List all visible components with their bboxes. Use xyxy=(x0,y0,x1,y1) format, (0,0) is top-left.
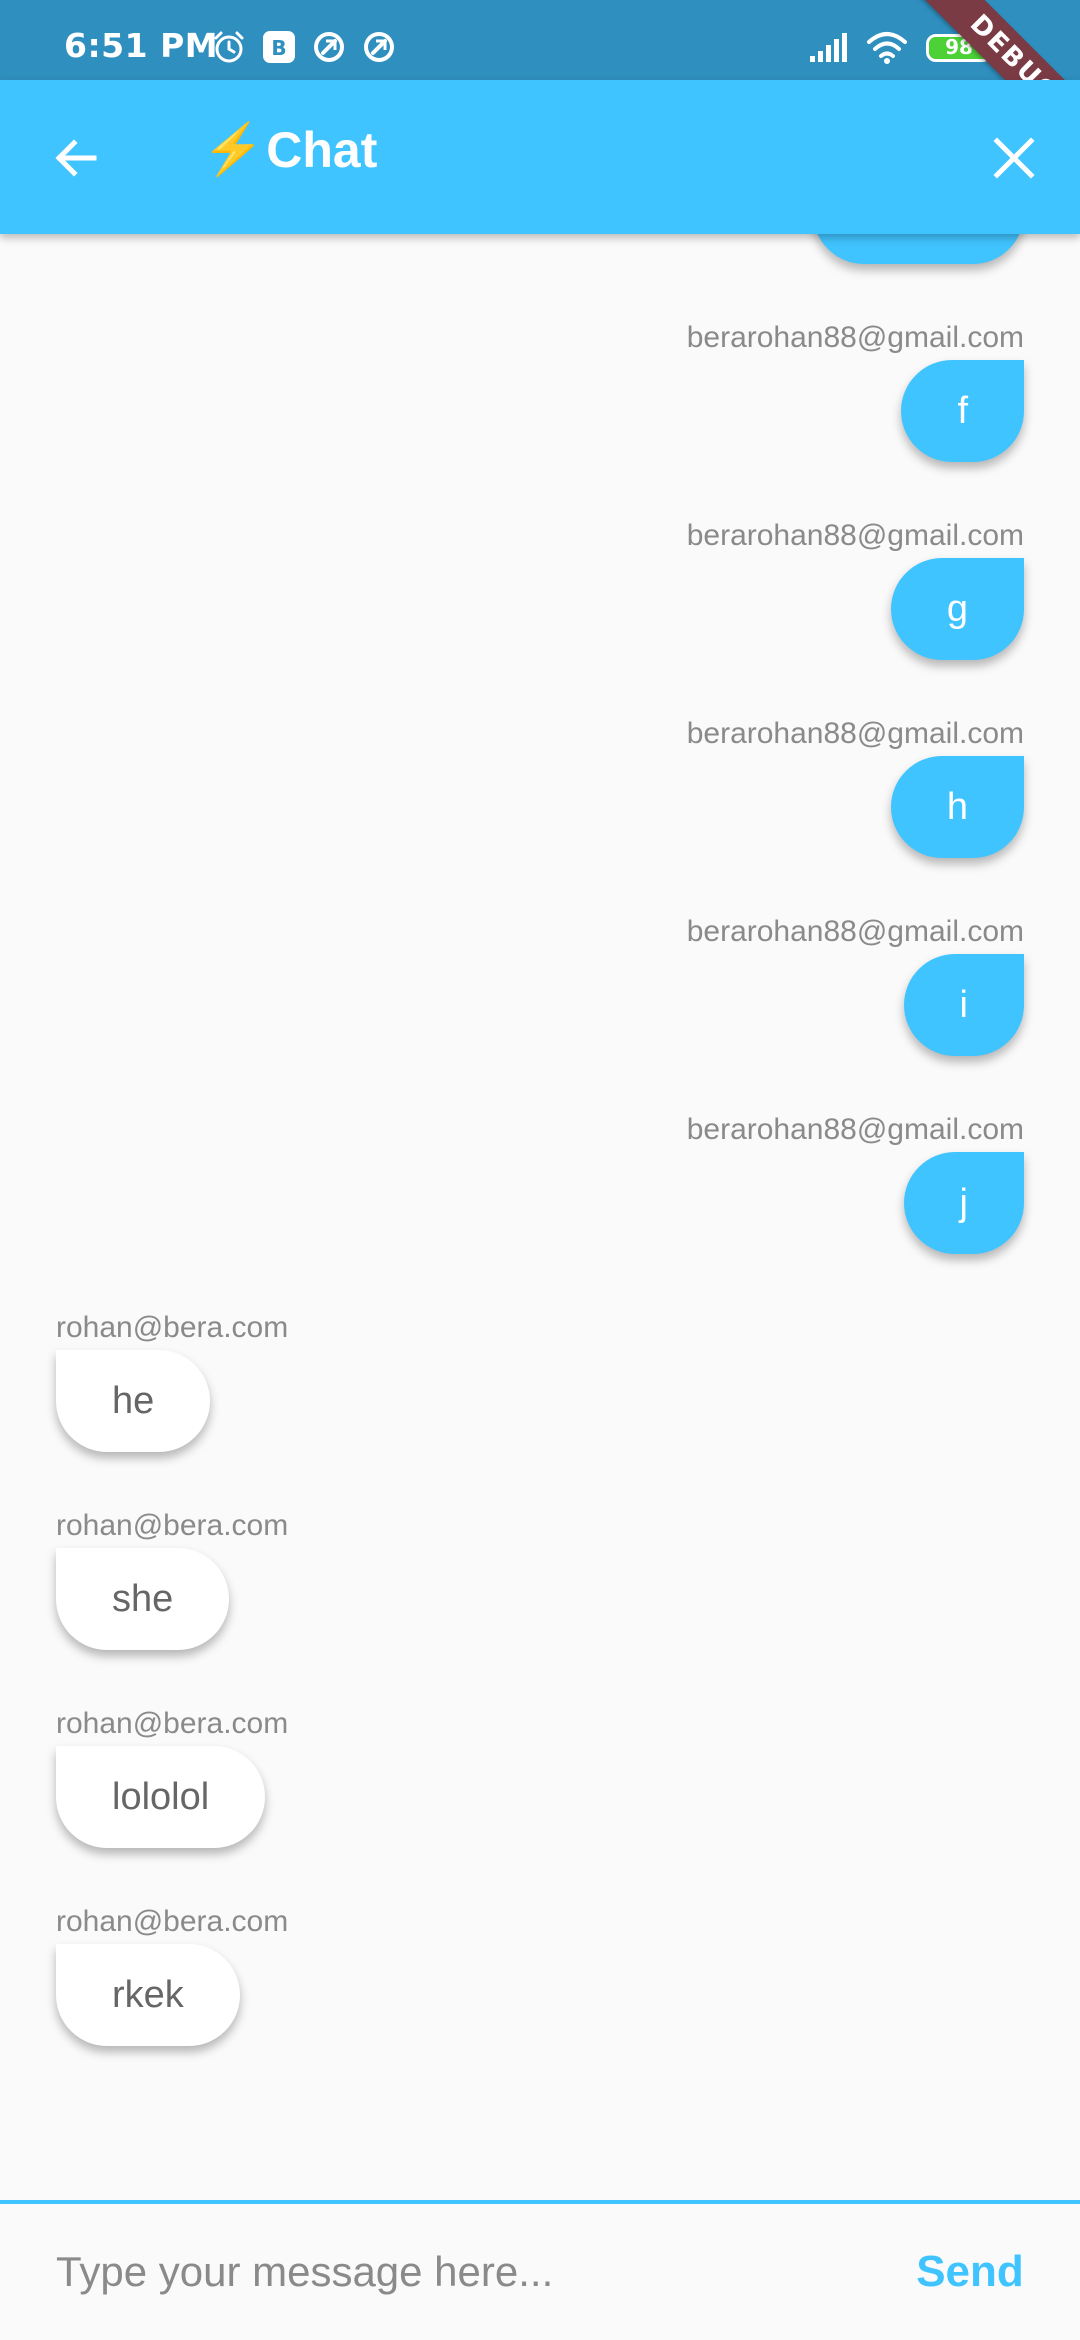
battery-level: 98 xyxy=(945,35,973,59)
message-item: berarohan88@gmail.com g xyxy=(56,518,1024,660)
message-bubble[interactable]: eheijs xyxy=(812,234,1024,264)
message-item: rohan@bera.com lololol xyxy=(56,1706,1024,1848)
page-title: ⚡ Chat xyxy=(202,120,377,179)
message-sender: berarohan88@gmail.com xyxy=(686,321,1024,354)
svg-text:B: B xyxy=(271,36,286,60)
signal-icon xyxy=(808,30,852,68)
message-composer: Send xyxy=(0,2200,1080,2340)
message-sender: rohan@bera.com xyxy=(56,1311,289,1344)
message-bubble[interactable]: f xyxy=(901,360,1024,462)
message-bubble[interactable]: i xyxy=(903,954,1024,1056)
message-list-inner: eheijsberarohan88@gmail.comfberarohan88@… xyxy=(56,234,1024,2102)
close-button[interactable] xyxy=(978,122,1050,194)
message-sender: rohan@bera.com xyxy=(56,1509,289,1542)
message-sender: rohan@bera.com xyxy=(56,1905,289,1938)
message-item: berarohan88@gmail.com h xyxy=(56,716,1024,858)
app-bar: ⚡ Chat xyxy=(0,80,1080,234)
message-bubble[interactable]: j xyxy=(903,1152,1024,1254)
battery-icon: 98 xyxy=(926,34,992,62)
message-item: rohan@bera.com rkek xyxy=(56,1904,1024,2046)
message-list[interactable]: eheijsberarohan88@gmail.comfberarohan88@… xyxy=(0,234,1080,2200)
message-item: eheijs xyxy=(56,234,1024,264)
message-input[interactable] xyxy=(40,2226,840,2318)
message-item: rohan@bera.com he xyxy=(56,1310,1024,1452)
message-sender: berarohan88@gmail.com xyxy=(686,519,1024,552)
message-sender: berarohan88@gmail.com xyxy=(686,1113,1024,1146)
message-bubble[interactable]: h xyxy=(890,756,1024,858)
lightning-icon: ⚡ xyxy=(202,121,265,177)
battery-tip xyxy=(994,41,999,55)
send-button[interactable]: Send xyxy=(880,2226,1060,2318)
alarm-icon xyxy=(212,30,246,68)
message-bubble[interactable]: lololol xyxy=(56,1746,266,1848)
sync-icon xyxy=(362,30,396,68)
message-item: rohan@bera.com she xyxy=(56,1508,1024,1650)
message-bubble[interactable]: g xyxy=(890,558,1024,660)
page-title-text: Chat xyxy=(266,121,378,178)
b-app-icon: B xyxy=(262,30,296,68)
status-time: 6:51 PM xyxy=(64,26,219,65)
message-bubble[interactable]: rkek xyxy=(56,1944,240,2046)
message-item: berarohan88@gmail.com j xyxy=(56,1112,1024,1254)
sync-icon xyxy=(312,30,346,68)
message-item: berarohan88@gmail.com i xyxy=(56,914,1024,1056)
message-item: berarohan88@gmail.com f xyxy=(56,320,1024,462)
arrow-back-icon xyxy=(55,139,97,177)
wifi-icon xyxy=(866,30,908,68)
close-icon xyxy=(993,137,1035,179)
message-sender: berarohan88@gmail.com xyxy=(686,717,1024,750)
message-sender: rohan@bera.com xyxy=(56,1707,289,1740)
message-bubble[interactable]: she xyxy=(56,1548,230,1650)
message-bubble[interactable]: he xyxy=(56,1350,211,1452)
back-button[interactable] xyxy=(40,122,112,194)
status-bar: 6:51 PM B 98 xyxy=(0,0,1080,80)
message-sender: berarohan88@gmail.com xyxy=(686,915,1024,948)
